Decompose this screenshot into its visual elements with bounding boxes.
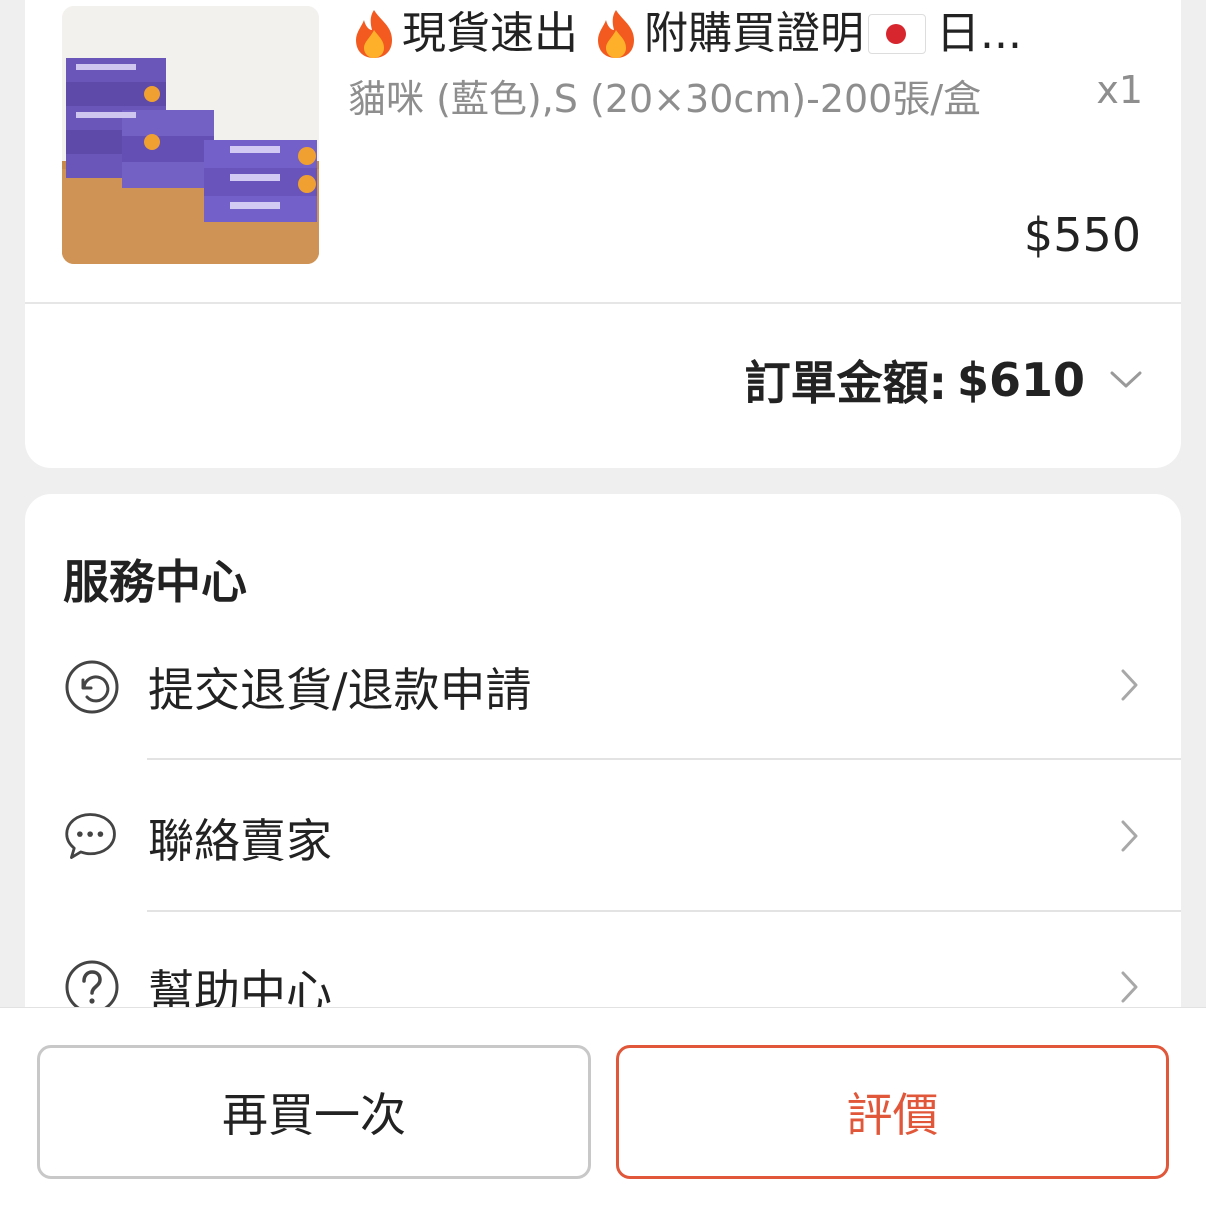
product-image[interactable] bbox=[62, 6, 319, 264]
divider bbox=[147, 758, 1181, 760]
chevron-right-icon bbox=[1121, 820, 1138, 852]
divider bbox=[0, 1007, 1206, 1008]
product-quantity: x1 bbox=[1096, 68, 1143, 112]
return-icon bbox=[65, 660, 119, 714]
product-title-part3: 日... bbox=[936, 8, 1022, 59]
divider bbox=[25, 302, 1181, 304]
service-center-card: 服務中心 提交退貨/退款申請 聯絡賣家 幫助中心 bbox=[25, 494, 1181, 1094]
product-variant: 貓咪 (藍色),S (20×30cm)-200張/盒 bbox=[348, 77, 982, 121]
chat-icon bbox=[65, 813, 116, 859]
japan-flag-icon bbox=[868, 14, 926, 54]
rate-button[interactable]: 評價 bbox=[616, 1045, 1169, 1179]
product-title-part1: 現貨速出 bbox=[402, 8, 578, 59]
product-photo-illustration bbox=[62, 6, 319, 264]
order-card: 現貨速出 附購買證明 日... 貓咪 (藍色),S (20×30cm)-200張/… bbox=[25, 0, 1181, 468]
order-total-value: $610 bbox=[956, 353, 1085, 407]
buy-again-button[interactable]: 再買一次 bbox=[37, 1045, 591, 1179]
product-title-part2: 附購買證明 bbox=[644, 8, 864, 59]
order-total-row[interactable]: 訂單金額: $610 bbox=[745, 348, 1143, 412]
bottom-action-bar: 再買一次 評價 bbox=[0, 1007, 1206, 1219]
fire-emoji-icon bbox=[356, 10, 392, 58]
fire-emoji-icon bbox=[598, 10, 634, 58]
chevron-right-icon bbox=[1121, 971, 1138, 1003]
service-item-contact-seller[interactable]: 聯絡賣家 bbox=[25, 761, 1181, 912]
product-title[interactable]: 現貨速出 附購買證明 日... bbox=[350, 4, 1150, 62]
service-item-return-refund[interactable]: 提交退貨/退款申請 bbox=[25, 610, 1181, 760]
chevron-down-icon[interactable] bbox=[1109, 369, 1143, 391]
service-item-label: 提交退貨/退款申請 bbox=[148, 663, 532, 717]
product-price: $550 bbox=[1023, 208, 1141, 262]
service-item-label: 聯絡賣家 bbox=[148, 814, 332, 868]
order-total-label: 訂單金額: bbox=[744, 356, 947, 410]
service-center-title: 服務中心 bbox=[63, 555, 247, 609]
chevron-right-icon bbox=[1121, 669, 1138, 701]
